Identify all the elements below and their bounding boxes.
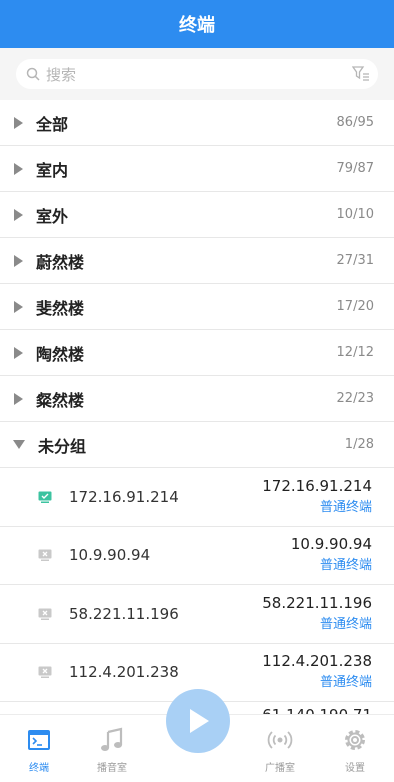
expand-arrow-icon	[14, 254, 23, 267]
tab-broadcast[interactable]: 广播室	[250, 727, 310, 774]
terminal-ip-secondary: 58.221.11.196	[262, 593, 372, 612]
expand-arrow-icon	[14, 300, 23, 313]
app-header: 终端	[0, 0, 394, 48]
group-name: 未分组	[38, 436, 87, 456]
group-row-outdoor[interactable]: 室外 10/10	[0, 192, 394, 238]
gear-icon	[345, 730, 365, 750]
play-icon	[190, 709, 209, 733]
terminal-row[interactable]: 58.221.11.196 58.221.11.196 普通终端	[0, 585, 394, 644]
group-name: 室外	[36, 206, 69, 226]
tab-terminal[interactable]: 终端	[9, 727, 69, 774]
group-count: 86/95	[336, 115, 374, 130]
expand-arrow-icon	[14, 346, 23, 359]
group-row-feiran[interactable]: 斐然楼 17/20	[0, 284, 394, 330]
tab-label: 广播室	[265, 763, 295, 774]
group-count: 1/28	[344, 437, 374, 452]
tab-label: 播音室	[97, 763, 127, 774]
tab-studio[interactable]: 播音室	[82, 727, 142, 774]
group-count: 27/31	[336, 253, 374, 268]
play-button[interactable]	[166, 689, 230, 753]
group-row-weiran[interactable]: 蔚然楼 27/31	[0, 238, 394, 284]
tab-label: 终端	[29, 763, 49, 774]
expand-arrow-icon	[14, 162, 23, 175]
expand-arrow-icon	[14, 392, 23, 405]
expand-arrow-icon	[14, 116, 23, 129]
terminal-offline-icon	[38, 549, 52, 562]
terminal-row[interactable]: 10.9.90.94 10.9.90.94 普通终端	[0, 527, 394, 585]
group-name: 斐然楼	[36, 298, 85, 318]
terminal-type: 普通终端	[319, 616, 372, 632]
group-count: 10/10	[336, 207, 374, 222]
group-name: 蔚然楼	[36, 252, 85, 272]
group-row-taoran[interactable]: 陶然楼 12/12	[0, 330, 394, 376]
search-placeholder: 搜索	[46, 65, 77, 84]
terminal-group-list: 全部 86/95 室内 79/87 室外 10/10 蔚然楼 27/31 斐然楼…	[0, 100, 394, 722]
terminal-ip-secondary: 112.4.201.238	[262, 652, 372, 671]
terminal-ip: 112.4.201.238	[69, 663, 179, 682]
group-name: 全部	[36, 114, 69, 134]
terminal-row[interactable]: 172.16.91.214 172.16.91.214 普通终端	[0, 468, 394, 527]
tab-settings[interactable]: 设置	[325, 727, 385, 774]
terminal-type: 普通终端	[319, 558, 372, 574]
terminal-icon	[28, 730, 50, 750]
terminal-ip-secondary: 10.9.90.94	[290, 535, 372, 554]
group-name: 粲然楼	[36, 390, 85, 410]
music-note-icon	[101, 727, 123, 751]
search-input[interactable]: 搜索	[16, 59, 378, 89]
terminal-ip: 172.16.91.214	[69, 487, 179, 506]
page-title: 终端	[179, 15, 215, 36]
bottom-tab-bar: 终端 播音室 广播室 设置	[0, 689, 394, 782]
search-bar: 搜索	[0, 48, 394, 100]
terminal-ip: 58.221.11.196	[69, 604, 179, 623]
search-icon	[26, 67, 40, 81]
group-row-canran[interactable]: 粲然楼 22/23	[0, 376, 394, 422]
terminal-type: 普通终端	[319, 675, 372, 691]
broadcast-icon	[267, 731, 293, 749]
terminal-type: 普通终端	[319, 499, 372, 515]
terminal-ip-secondary: 172.16.91.214	[262, 476, 372, 495]
terminal-offline-icon	[38, 608, 52, 620]
group-count: 17/20	[336, 299, 374, 314]
collapse-arrow-icon	[13, 440, 25, 449]
group-count: 22/23	[336, 391, 374, 406]
group-row-indoor[interactable]: 室内 79/87	[0, 146, 394, 192]
group-count: 79/87	[336, 161, 374, 176]
expand-arrow-icon	[14, 208, 23, 221]
group-name: 室内	[36, 160, 69, 180]
group-count: 12/12	[336, 345, 374, 360]
terminal-ip: 10.9.90.94	[69, 546, 151, 565]
terminal-online-icon	[38, 491, 52, 503]
group-row-all[interactable]: 全部 86/95	[0, 100, 394, 146]
terminal-offline-icon	[38, 666, 52, 679]
filter-icon[interactable]	[352, 66, 370, 82]
tab-label: 设置	[345, 763, 365, 774]
group-row-ungrouped[interactable]: 未分组 1/28	[0, 422, 394, 468]
group-name: 陶然楼	[36, 344, 85, 364]
